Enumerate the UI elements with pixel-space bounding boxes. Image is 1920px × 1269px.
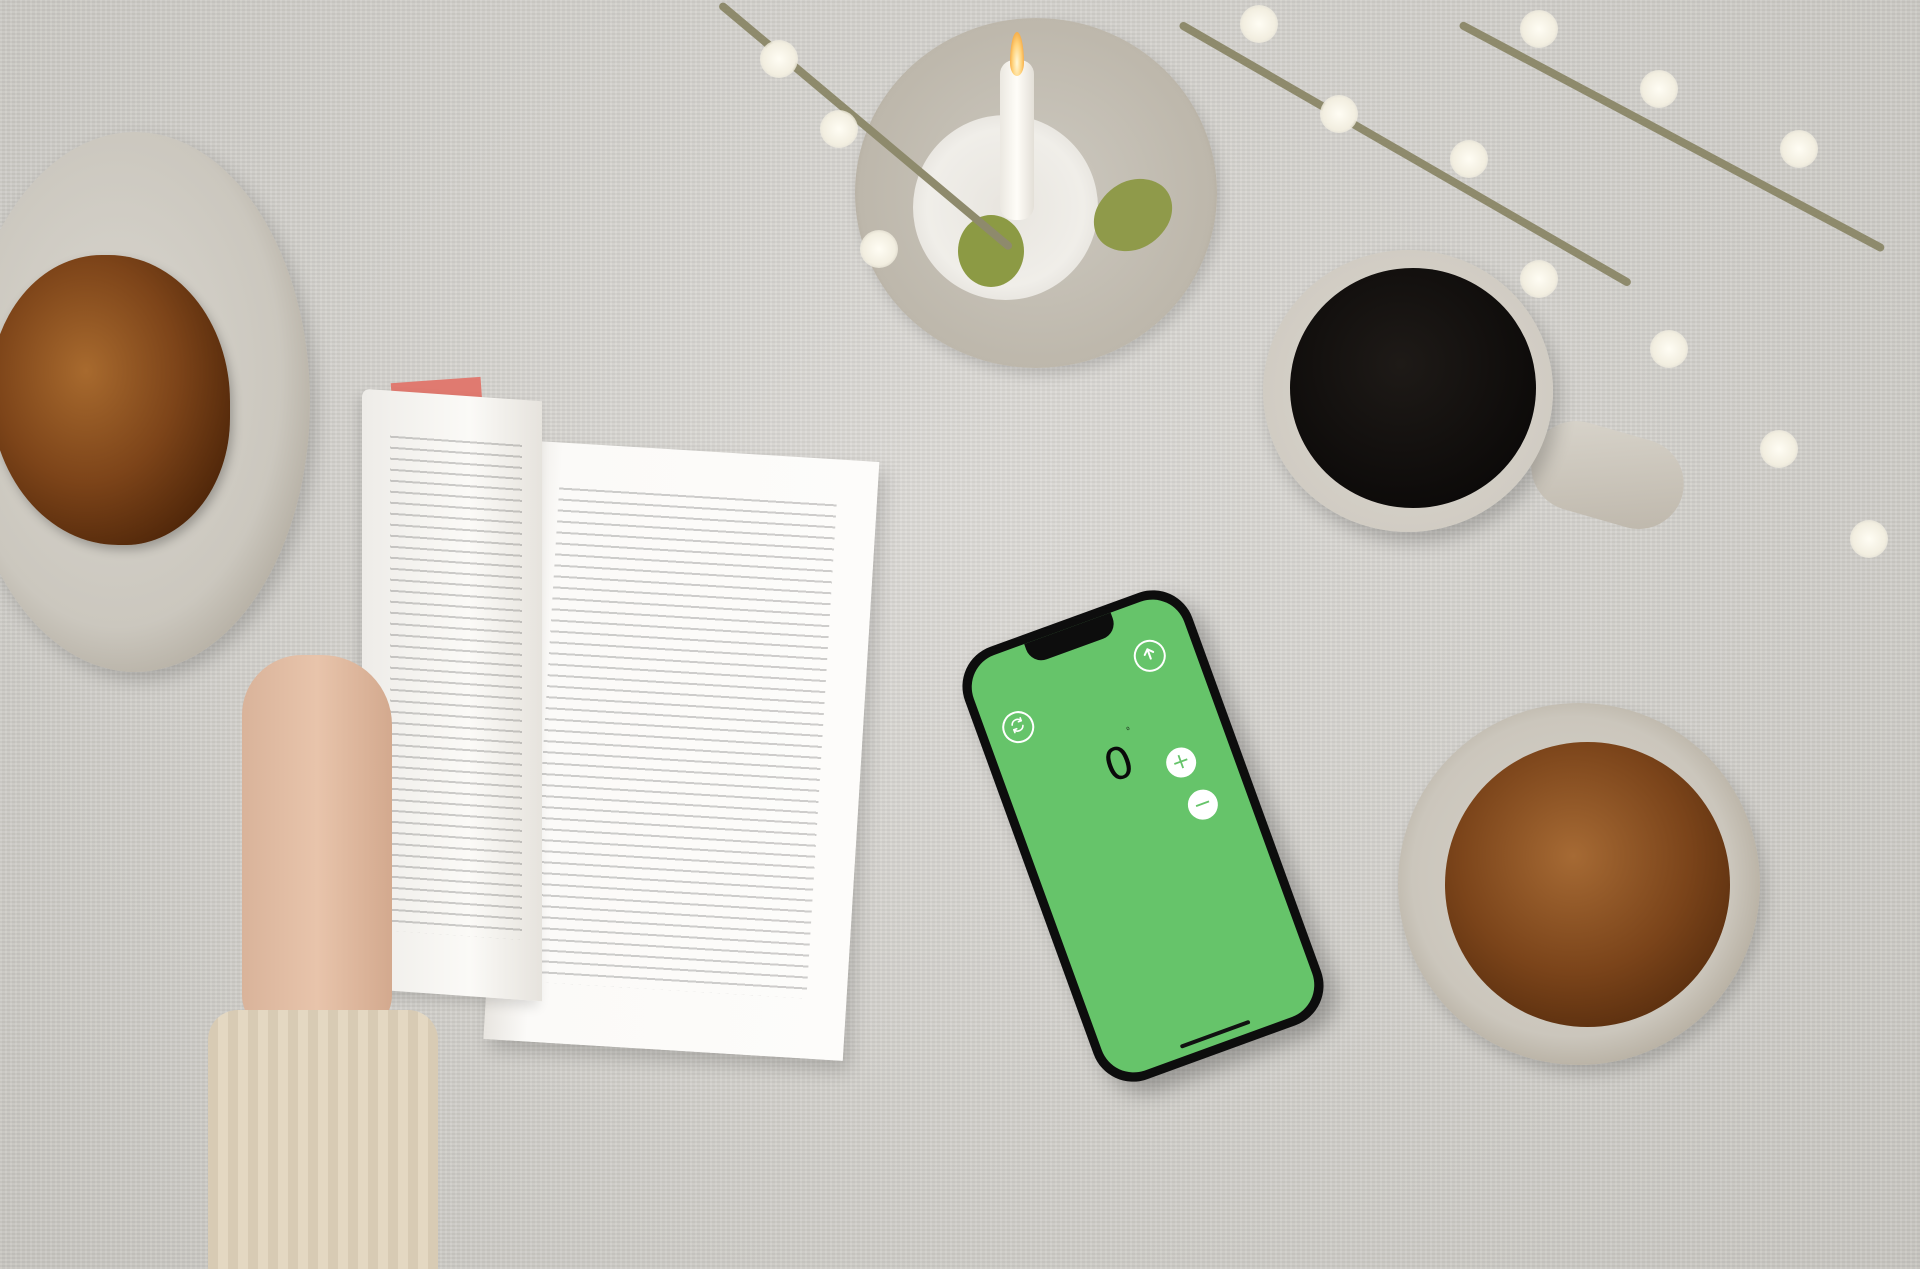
blossom [1640,70,1678,108]
minus-icon: − [1189,789,1216,820]
page-text-lines [390,430,522,940]
blossom [1520,10,1558,48]
left-pastry [0,255,230,545]
sweater-sleeve [208,1010,438,1269]
blossom [1780,130,1818,168]
book-right-page [483,440,880,1061]
right-pastry [1445,742,1730,1027]
decrement-button[interactable]: − [1183,785,1223,824]
increment-button[interactable]: + [1161,743,1201,782]
page-text-lines [528,482,837,999]
home-indicator[interactable] [1179,1019,1251,1049]
reset-button[interactable] [997,706,1039,748]
blossom [1760,430,1798,468]
share-button[interactable] [1129,635,1171,677]
blossom [760,40,798,78]
tabletop-scene: ⁰ 0 + − [0,0,1920,1269]
blossom [1240,5,1278,43]
blossom [1450,140,1488,178]
coffee [1290,268,1536,508]
reset-arrows-icon [1006,713,1031,741]
plus-icon: + [1168,747,1194,777]
blossom [1320,95,1358,133]
hand [242,655,392,1035]
candle [1000,60,1034,220]
share-up-arrow-icon [1139,643,1161,668]
blossom [1520,260,1558,298]
blossom [1650,330,1688,368]
blossom [820,110,858,148]
counter-value: 0 [1097,735,1141,794]
blossom [860,230,898,268]
blossom [1850,520,1888,558]
